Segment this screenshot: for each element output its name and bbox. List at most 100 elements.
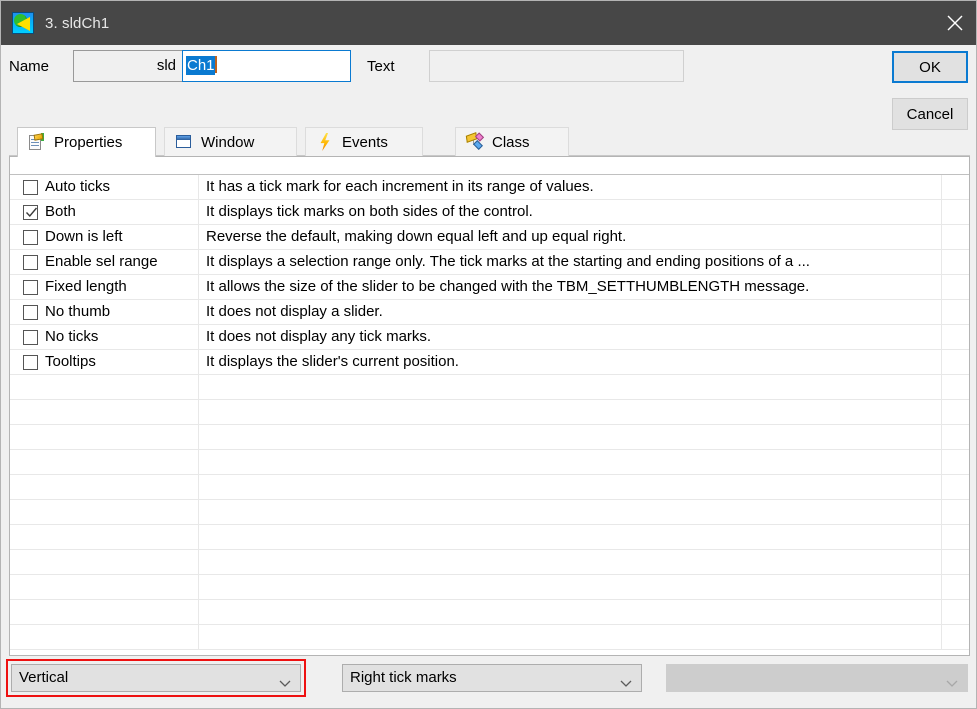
table-row[interactable] xyxy=(10,475,969,500)
table-row[interactable]: Both It displays tick marks on both sides… xyxy=(10,200,969,225)
checkbox-unchecked[interactable] xyxy=(23,230,38,245)
table-row[interactable]: Enable sel range It displays a selection … xyxy=(10,250,969,275)
name-label: Name xyxy=(9,58,50,75)
tab-class-label: Class xyxy=(492,133,530,151)
table-row[interactable]: No ticks It does not display any tick mar… xyxy=(10,325,969,350)
close-icon[interactable] xyxy=(932,1,976,45)
title-bar: 3. sldCh1 xyxy=(1,1,976,45)
table-row[interactable]: Fixed length It allows the size of the sl… xyxy=(10,275,969,300)
table-row[interactable]: Down is left Reverse the default, making … xyxy=(10,225,969,250)
tickmarks-combo[interactable]: Right tick marks xyxy=(342,664,642,692)
column-divider xyxy=(941,575,942,599)
checkbox-checked[interactable] xyxy=(23,205,38,220)
property-description: It displays the slider's current positio… xyxy=(206,353,459,370)
column-divider xyxy=(198,500,199,524)
table-row[interactable] xyxy=(10,500,969,525)
class-diamonds-icon xyxy=(465,132,485,151)
column-divider xyxy=(198,175,199,199)
table-row[interactable] xyxy=(10,550,969,575)
cancel-button[interactable]: Cancel xyxy=(892,98,968,130)
lightning-icon xyxy=(316,133,334,151)
column-divider xyxy=(198,200,199,224)
orientation-combo-value: Vertical xyxy=(19,669,69,686)
text-caret xyxy=(214,56,217,73)
table-row[interactable] xyxy=(10,375,969,400)
properties-icon xyxy=(28,132,46,152)
checkbox-unchecked[interactable] xyxy=(23,330,38,345)
property-description: It displays a selection range only. The … xyxy=(206,253,810,270)
tab-events-label: Events xyxy=(342,133,388,151)
column-divider xyxy=(198,225,199,249)
orientation-combo[interactable]: Vertical xyxy=(11,664,301,692)
checkbox-unchecked[interactable] xyxy=(23,305,38,320)
name-input[interactable]: Ch1 xyxy=(182,50,351,82)
table-row[interactable] xyxy=(10,425,969,450)
tab-class[interactable]: Class xyxy=(455,127,569,156)
chevron-down-icon xyxy=(279,675,291,692)
table-row[interactable] xyxy=(10,450,969,475)
property-name: No ticks xyxy=(45,328,99,345)
checkbox-unchecked[interactable] xyxy=(23,255,38,270)
tab-events[interactable]: Events xyxy=(305,127,423,156)
tab-strip: Properties Window Events Class xyxy=(9,127,970,157)
column-divider xyxy=(198,475,199,499)
table-row[interactable] xyxy=(10,625,969,650)
column-divider xyxy=(941,275,942,299)
property-name: Both xyxy=(45,203,76,220)
column-divider xyxy=(198,625,199,649)
checkbox-unchecked[interactable] xyxy=(23,280,38,295)
tab-window[interactable]: Window xyxy=(164,127,297,156)
table-row[interactable]: No thumb It does not display a slider. xyxy=(10,300,969,325)
name-input-value: Ch1 xyxy=(186,56,215,75)
third-combo-disabled xyxy=(666,664,968,692)
table-row[interactable] xyxy=(10,400,969,425)
table-row[interactable] xyxy=(10,575,969,600)
column-divider xyxy=(941,425,942,449)
checkbox-unchecked[interactable] xyxy=(23,180,38,195)
tickmarks-combo-value: Right tick marks xyxy=(350,669,457,686)
column-divider xyxy=(198,575,199,599)
window-title: 3. sldCh1 xyxy=(45,14,110,32)
column-divider xyxy=(941,500,942,524)
name-prefix-field: sld xyxy=(73,50,183,82)
property-description: Reverse the default, making down equal l… xyxy=(206,228,627,245)
tab-properties[interactable]: Properties xyxy=(17,127,156,157)
text-input[interactable] xyxy=(429,50,684,82)
column-divider xyxy=(941,525,942,549)
checkbox-unchecked[interactable] xyxy=(23,355,38,370)
table-row[interactable] xyxy=(10,525,969,550)
text-label: Text xyxy=(367,58,395,75)
column-divider xyxy=(941,625,942,649)
column-divider xyxy=(198,525,199,549)
table-row[interactable]: Tooltips It displays the slider's current… xyxy=(10,350,969,375)
column-divider xyxy=(198,275,199,299)
slider-control-icon xyxy=(12,12,34,34)
table-row[interactable]: Auto ticks It has a tick mark for each in… xyxy=(10,175,969,200)
property-description: It displays tick marks on both sides of … xyxy=(206,203,533,220)
property-description: It allows the size of the slider to be c… xyxy=(206,278,810,295)
column-divider xyxy=(941,600,942,624)
tab-properties-label: Properties xyxy=(54,134,123,151)
properties-list[interactable]: Auto ticks It has a tick mark for each in… xyxy=(9,156,970,656)
window-icon xyxy=(175,133,193,151)
property-name: Enable sel range xyxy=(45,253,158,270)
column-divider xyxy=(941,225,942,249)
column-divider xyxy=(941,400,942,424)
property-name: Down is left xyxy=(45,228,123,245)
column-divider xyxy=(941,450,942,474)
property-name: Tooltips xyxy=(45,353,96,370)
column-divider xyxy=(941,475,942,499)
ok-button[interactable]: OK xyxy=(892,51,968,83)
column-divider xyxy=(941,350,942,374)
column-divider xyxy=(941,300,942,324)
column-divider xyxy=(198,550,199,574)
column-divider xyxy=(941,325,942,349)
column-divider xyxy=(198,250,199,274)
column-divider xyxy=(198,375,199,399)
chevron-down-icon xyxy=(620,675,632,692)
table-row[interactable] xyxy=(10,600,969,625)
property-description: It does not display a slider. xyxy=(206,303,383,320)
column-divider xyxy=(198,450,199,474)
column-divider xyxy=(941,200,942,224)
property-description: It does not display any tick marks. xyxy=(206,328,432,345)
